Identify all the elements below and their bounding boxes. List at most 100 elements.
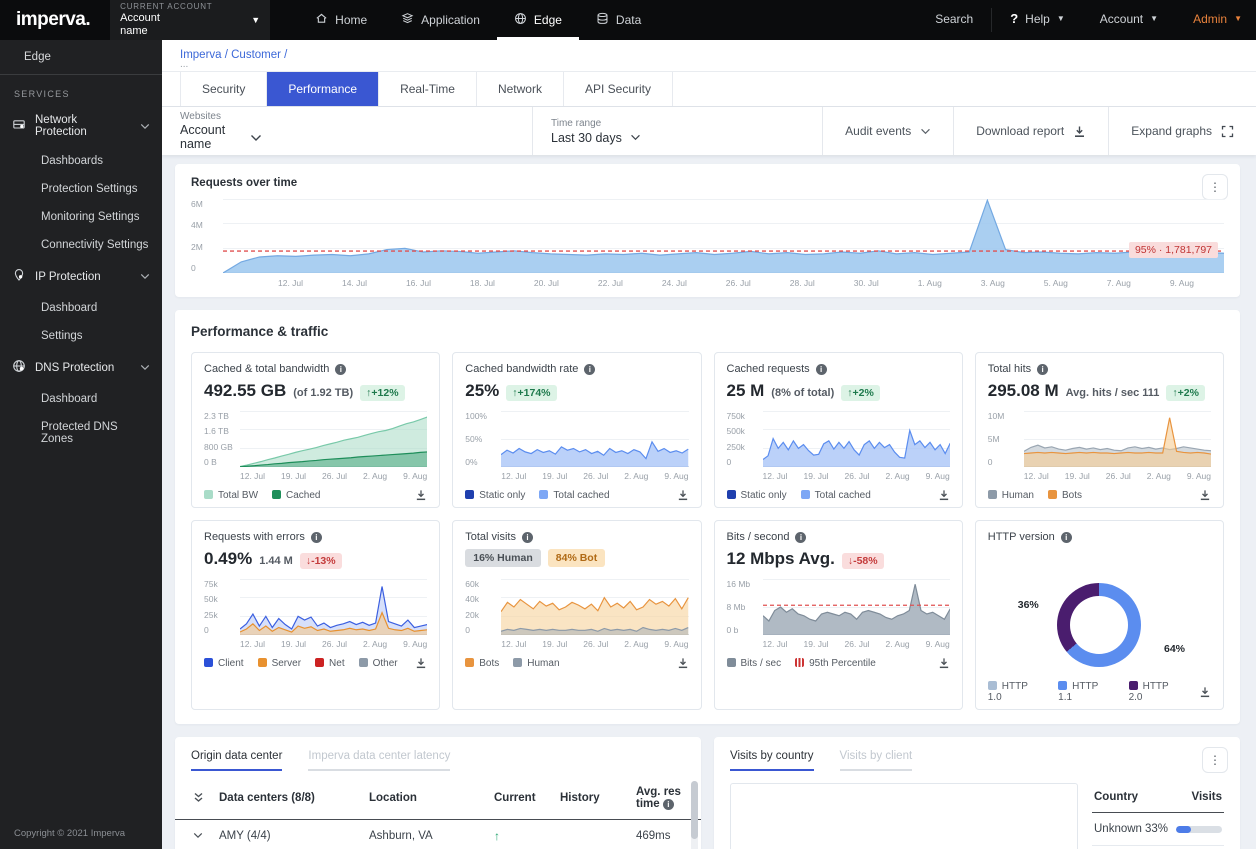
visits-progress-bar — [1176, 825, 1222, 833]
metric-card-requests-with-errors: Requests with errors i 0.49% 1.44 M ↓-13% 75k… — [191, 520, 441, 710]
tab-imperva-data-center-latency[interactable]: Imperva data center latency — [308, 750, 451, 771]
col-history[interactable]: History — [554, 777, 630, 820]
sidebar-group-ip-protection[interactable]: IP Protection — [0, 259, 162, 294]
info-icon: i — [335, 363, 347, 375]
dc-history — [554, 819, 630, 849]
sidebar-item-protection-settings[interactable]: Protection Settings — [0, 175, 162, 203]
info-icon: i — [522, 531, 533, 543]
tab-api-security[interactable]: API Security — [564, 72, 674, 106]
list-item[interactable]: Unknown 33% — [1092, 813, 1224, 846]
metric-note: Avg. hits / sec 111 — [1065, 387, 1160, 399]
table-row[interactable]: AMY (4/4) Ashburn, VA ↑ 469ms — [175, 819, 701, 849]
sidebar-group-dns-protection[interactable]: DNS Protection — [0, 350, 162, 385]
sidebar-item-dashboard[interactable]: Dashboard — [0, 294, 162, 322]
metric-note: (8% of total) — [771, 387, 835, 399]
col-location[interactable]: Location — [363, 777, 488, 820]
tab-origin-data-center[interactable]: Origin data center — [191, 750, 283, 771]
http-version-donut[interactable] — [1057, 583, 1142, 667]
chevron-down-icon — [140, 123, 150, 130]
nav-item-application[interactable]: Application — [384, 0, 497, 40]
expand-icon — [1221, 125, 1234, 137]
chart-legend: Client Server Net Other — [204, 657, 427, 669]
x-axis-labels: 12. Jul 19. Jul 26. Jul 2. Aug 9. Aug — [501, 471, 689, 481]
sidebar-item-monitoring-settings[interactable]: Monitoring Settings — [0, 203, 162, 231]
download-icon[interactable] — [1199, 489, 1211, 501]
sidebar-item-edge[interactable]: Edge — [0, 40, 162, 74]
download-icon[interactable] — [938, 657, 950, 669]
websites-filter[interactable]: Websites Account name — [162, 107, 532, 155]
download-icon[interactable] — [677, 657, 689, 669]
info-icon: i — [310, 531, 322, 543]
tab-security[interactable]: Security — [180, 72, 268, 106]
sidebar-item-protected-dns-zones[interactable]: Protected DNS Zones — [0, 413, 162, 453]
col-country[interactable]: Country — [1094, 791, 1138, 803]
country-name: Unknown — [1094, 823, 1142, 835]
metric-chart[interactable] — [501, 411, 689, 467]
sidebar-item-dashboard[interactable]: Dashboard — [0, 385, 162, 413]
time-range-filter[interactable]: Time range Last 30 days — [533, 107, 659, 155]
download-icon[interactable] — [938, 489, 950, 501]
metric-title: Bits / second i — [727, 531, 950, 543]
col-current[interactable]: Current — [488, 777, 554, 820]
row-expand-icon[interactable] — [193, 832, 203, 839]
trend-badge: ↑+174% — [506, 385, 557, 401]
metric-chart[interactable] — [501, 579, 689, 635]
col-data-centers[interactable]: Data centers (8/8) — [213, 777, 363, 820]
download-icon[interactable] — [415, 657, 427, 669]
sidebar-group-network-protection[interactable]: Network Protection — [0, 105, 162, 147]
current-account-selector[interactable]: CURRENT ACCOUNT Account name ▼ — [110, 0, 271, 40]
tab-real-time[interactable]: Real-Time — [379, 72, 477, 106]
websites-value: Account name — [180, 122, 226, 151]
sidebar-item-settings[interactable]: Settings — [0, 322, 162, 350]
chevron-down-icon — [250, 134, 262, 142]
tab-performance[interactable]: Performance — [267, 72, 380, 106]
card-menu-button[interactable]: ⋮ — [1202, 174, 1228, 200]
help-menu[interactable]: ? Help ▼ — [996, 0, 1079, 40]
table-scrollbar[interactable] — [691, 781, 698, 849]
metric-chart[interactable] — [240, 579, 428, 635]
search-button[interactable]: Search — [914, 0, 987, 40]
chart-legend: Human Bots — [987, 489, 1211, 501]
world-map[interactable] — [730, 783, 1078, 849]
info-icon: i — [1037, 363, 1049, 375]
card-menu-button[interactable]: ⋮ — [1202, 747, 1228, 773]
dc-name: AMY (4/4) — [213, 819, 363, 849]
metric-chart[interactable] — [240, 411, 428, 467]
chart-legend: Static only Total cached — [465, 489, 688, 501]
network-protection-icon — [12, 118, 26, 135]
percentile-badge: 95% · 1,781,797 — [1128, 242, 1218, 259]
col-visits[interactable]: Visits — [1192, 791, 1222, 803]
expand-graphs-button[interactable]: Expand graphs — [1108, 107, 1256, 155]
tab-visits-by-client[interactable]: Visits by client — [839, 750, 913, 771]
logo-text: imperva — [16, 9, 86, 30]
metric-chart[interactable] — [1023, 411, 1211, 467]
tab-network[interactable]: Network — [477, 72, 564, 106]
audit-events-dropdown[interactable]: Audit events — [822, 107, 953, 155]
nav-item-edge[interactable]: Edge — [496, 0, 579, 40]
metric-value: 25% — [465, 381, 500, 400]
download-report-button[interactable]: Download report — [953, 107, 1108, 155]
metric-chart[interactable] — [762, 579, 950, 635]
sidebar-item-connectivity-settings[interactable]: Connectivity Settings — [0, 231, 162, 259]
dc-location: Ashburn, VA — [363, 819, 488, 849]
account-menu[interactable]: Account ▼ — [1079, 0, 1172, 40]
info-icon: i — [662, 799, 674, 810]
expand-all-icon[interactable] — [175, 777, 213, 820]
info-icon: i — [815, 363, 827, 375]
download-icon[interactable] — [1199, 686, 1211, 698]
requests-chart[interactable]: 95% · 1,781,797 — [223, 199, 1224, 273]
download-icon[interactable] — [415, 489, 427, 501]
download-icon[interactable] — [677, 489, 689, 501]
requests-over-time-title: Requests over time — [191, 177, 298, 189]
admin-menu[interactable]: Admin ▼ — [1172, 0, 1256, 40]
sidebar-item-dashboards[interactable]: Dashboards — [0, 147, 162, 175]
metric-chart[interactable] — [762, 411, 950, 467]
metric-card-http-version: HTTP version i 36% 64% HTTP 1.0 HTTP 1.1 HTTP … — [974, 520, 1224, 710]
info-icon: i — [1060, 531, 1072, 543]
chevron-down-icon — [140, 364, 150, 371]
tab-visits-by-country[interactable]: Visits by country — [730, 750, 814, 771]
y-axis-labels: 16 Mb 8 Mb 0 b — [726, 579, 751, 635]
nav-item-home[interactable]: Home — [298, 0, 384, 40]
breadcrumb[interactable]: Imperva / Customer / — [180, 49, 1238, 61]
nav-item-data[interactable]: Data — [579, 0, 658, 40]
